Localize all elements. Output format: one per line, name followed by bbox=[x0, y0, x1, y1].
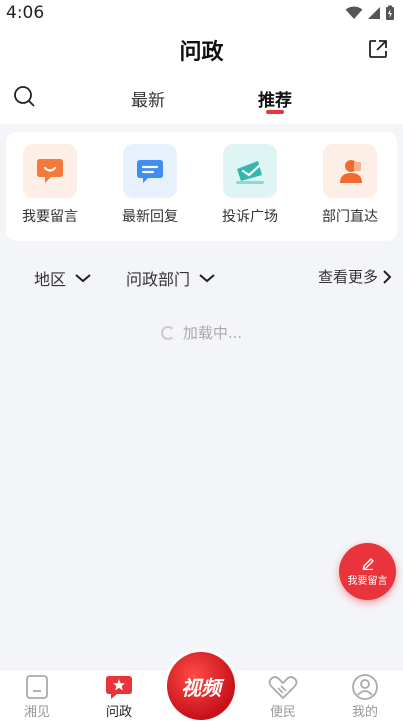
speech-bubble-icon bbox=[23, 144, 77, 198]
share-icon[interactable] bbox=[367, 38, 389, 60]
fab-label: 我要留言 bbox=[347, 576, 388, 587]
wifi-icon bbox=[345, 6, 363, 19]
quick-action-label: 最新回复 bbox=[122, 209, 178, 225]
page-title: 问政 bbox=[179, 40, 224, 65]
loading-text: 加载中... bbox=[182, 324, 243, 342]
user-icon bbox=[352, 674, 378, 700]
tab-recommend[interactable]: 推荐 bbox=[258, 86, 292, 111]
signal-icon bbox=[368, 7, 380, 19]
status-time: 4:06 bbox=[6, 3, 45, 23]
nav-item-mine[interactable]: 我的 bbox=[335, 673, 395, 720]
handshake-heart-icon bbox=[268, 676, 298, 700]
quick-action-latest-reply[interactable]: 最新回复 bbox=[110, 144, 190, 226]
nav-label: 我的 bbox=[351, 705, 378, 720]
battery-icon bbox=[386, 5, 394, 20]
active-tab-indicator bbox=[266, 110, 284, 114]
chevron-down-icon bbox=[75, 274, 91, 283]
nav-item-bianmin[interactable]: 便民 bbox=[253, 673, 313, 720]
nav-label: 便民 bbox=[269, 705, 296, 720]
search-icon[interactable] bbox=[12, 84, 38, 110]
tab-bar: 最新 推荐 bbox=[0, 74, 403, 124]
status-icons bbox=[345, 5, 395, 21]
quick-action-department-direct[interactable]: 部门直达 bbox=[310, 144, 390, 226]
video-label: 视频 bbox=[181, 675, 221, 700]
loading-indicator: 加载中... bbox=[0, 322, 403, 343]
view-more-link[interactable]: 查看更多 bbox=[318, 266, 392, 287]
leave-message-fab[interactable]: 我要留言 bbox=[339, 543, 396, 600]
view-more-label: 查看更多 bbox=[318, 268, 379, 286]
pencil-icon bbox=[362, 558, 374, 570]
quick-action-label: 投诉广场 bbox=[222, 209, 278, 225]
book-icon bbox=[26, 675, 48, 699]
department-filter-label: 问政部门 bbox=[126, 270, 191, 289]
quick-actions-card: 我要留言 最新回复 投诉广场 部门直达 bbox=[6, 132, 397, 241]
app-header: 问政 bbox=[0, 26, 403, 74]
department-filter[interactable]: 问政部门 bbox=[126, 266, 216, 290]
spinner-icon bbox=[160, 325, 175, 340]
nav-item-wenzheng[interactable]: 问政 bbox=[89, 673, 149, 720]
nav-label: 问政 bbox=[105, 705, 132, 720]
tab-latest[interactable]: 最新 bbox=[131, 86, 165, 111]
quick-action-leave-message[interactable]: 我要留言 bbox=[10, 144, 90, 226]
quick-action-complaint-square[interactable]: 投诉广场 bbox=[210, 144, 290, 226]
star-chat-icon bbox=[106, 676, 132, 699]
region-filter-label: 地区 bbox=[34, 270, 67, 289]
quick-action-label: 部门直达 bbox=[322, 209, 378, 225]
nav-label: 湘见 bbox=[23, 705, 50, 720]
chevron-right-icon bbox=[383, 269, 392, 284]
quick-action-label: 我要留言 bbox=[22, 209, 78, 225]
envelope-icon bbox=[223, 144, 277, 198]
region-filter[interactable]: 地区 bbox=[34, 266, 92, 290]
nav-item-xiangjian[interactable]: 湘见 bbox=[7, 673, 67, 720]
nav-item-video[interactable]: 视频 bbox=[164, 649, 238, 721]
status-bar: 4:06 bbox=[0, 0, 403, 26]
person-icon bbox=[323, 144, 377, 198]
video-button: 视频 bbox=[167, 652, 235, 720]
chevron-down-icon bbox=[199, 274, 215, 283]
message-icon bbox=[123, 144, 177, 198]
